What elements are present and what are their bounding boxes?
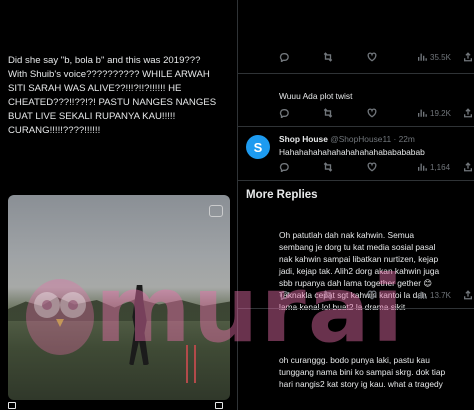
main-tweet: Did she say "b, bola b" and this was 201… (0, 0, 235, 410)
reply-actions: 1,164 (279, 162, 473, 174)
views-icon (418, 53, 427, 61)
reply-text: Hahahahahahahahahahahababababab (279, 147, 425, 157)
reply-user-line: Shop House @ShopHouse11 · 22m (279, 134, 415, 144)
reply-button[interactable] (279, 290, 289, 300)
share-icon (464, 162, 472, 172)
divider (238, 126, 474, 127)
like-button[interactable] (367, 162, 377, 172)
like-button[interactable] (367, 52, 377, 62)
reply-icon (279, 291, 289, 300)
user-name[interactable]: Shop House (279, 134, 328, 144)
share-icon (464, 108, 472, 118)
divider (238, 73, 474, 74)
divider (238, 180, 474, 181)
views-button[interactable]: 35.5K (417, 52, 451, 62)
views-icon (418, 291, 427, 299)
retweet-button[interactable] (323, 52, 333, 62)
retweet-button[interactable] (323, 108, 333, 118)
divider (238, 308, 474, 309)
reply-text: oh curanggg. bodo punya laki, pastu kau … (279, 355, 446, 389)
like-button[interactable] (367, 290, 377, 300)
views-count: 13.7K (430, 290, 451, 300)
views-count: 19.2K (430, 108, 451, 118)
replies-panel: 35.5K Wuuu Ada plot twist 19.2K S Shop H… (237, 0, 474, 410)
tweet-video[interactable] (8, 195, 230, 400)
views-icon (418, 109, 427, 117)
media-action-bar (8, 402, 230, 410)
reply-icon (279, 53, 289, 62)
video-person (129, 285, 149, 365)
tweet-actions: 35.5K (279, 52, 473, 64)
reply-time: · 22m (393, 134, 415, 144)
reply-icon (279, 163, 289, 172)
share-button[interactable] (463, 162, 473, 172)
retweet-icon (323, 290, 333, 300)
retweet-icon (323, 162, 333, 172)
reply-text: Wuuu Ada plot twist (279, 91, 353, 101)
retweet-icon (323, 52, 333, 62)
views-button[interactable]: 19.2K (417, 108, 451, 118)
like-icon (367, 108, 377, 118)
gif-badge-icon (209, 205, 223, 217)
retweet-button[interactable] (323, 290, 333, 300)
reply-icon[interactable] (8, 402, 16, 409)
reply-actions: 19.2K (279, 108, 473, 120)
like-icon (367, 290, 377, 300)
share-icon (464, 290, 472, 300)
video-tree-line (8, 297, 230, 321)
user-handle[interactable]: @ShopHouse11 (330, 134, 391, 144)
tweet-text: Did she say "b, bola b" and this was 201… (8, 55, 217, 136)
views-icon (418, 163, 427, 171)
like-icon (367, 162, 377, 172)
share-button[interactable] (463, 108, 473, 118)
like-icon (367, 52, 377, 62)
like-button[interactable] (367, 108, 377, 118)
video-stand (186, 345, 196, 383)
share-icon[interactable] (215, 402, 223, 409)
share-button[interactable] (463, 290, 473, 300)
views-count: 1,164 (430, 162, 451, 172)
reply-button[interactable] (279, 162, 289, 172)
views-count: 35.5K (430, 52, 451, 62)
reply-icon (279, 109, 289, 118)
reply-actions: 13.7K (279, 290, 473, 302)
views-button[interactable]: 1,164 (417, 162, 450, 172)
share-button[interactable] (463, 52, 473, 62)
retweet-icon (323, 108, 333, 118)
more-replies-heading: More Replies (246, 189, 318, 201)
share-icon (464, 52, 472, 62)
avatar[interactable]: S (246, 135, 270, 159)
views-button[interactable]: 13.7K (417, 290, 451, 300)
retweet-button[interactable] (323, 162, 333, 172)
reply-button[interactable] (279, 52, 289, 62)
reply-button[interactable] (279, 108, 289, 118)
